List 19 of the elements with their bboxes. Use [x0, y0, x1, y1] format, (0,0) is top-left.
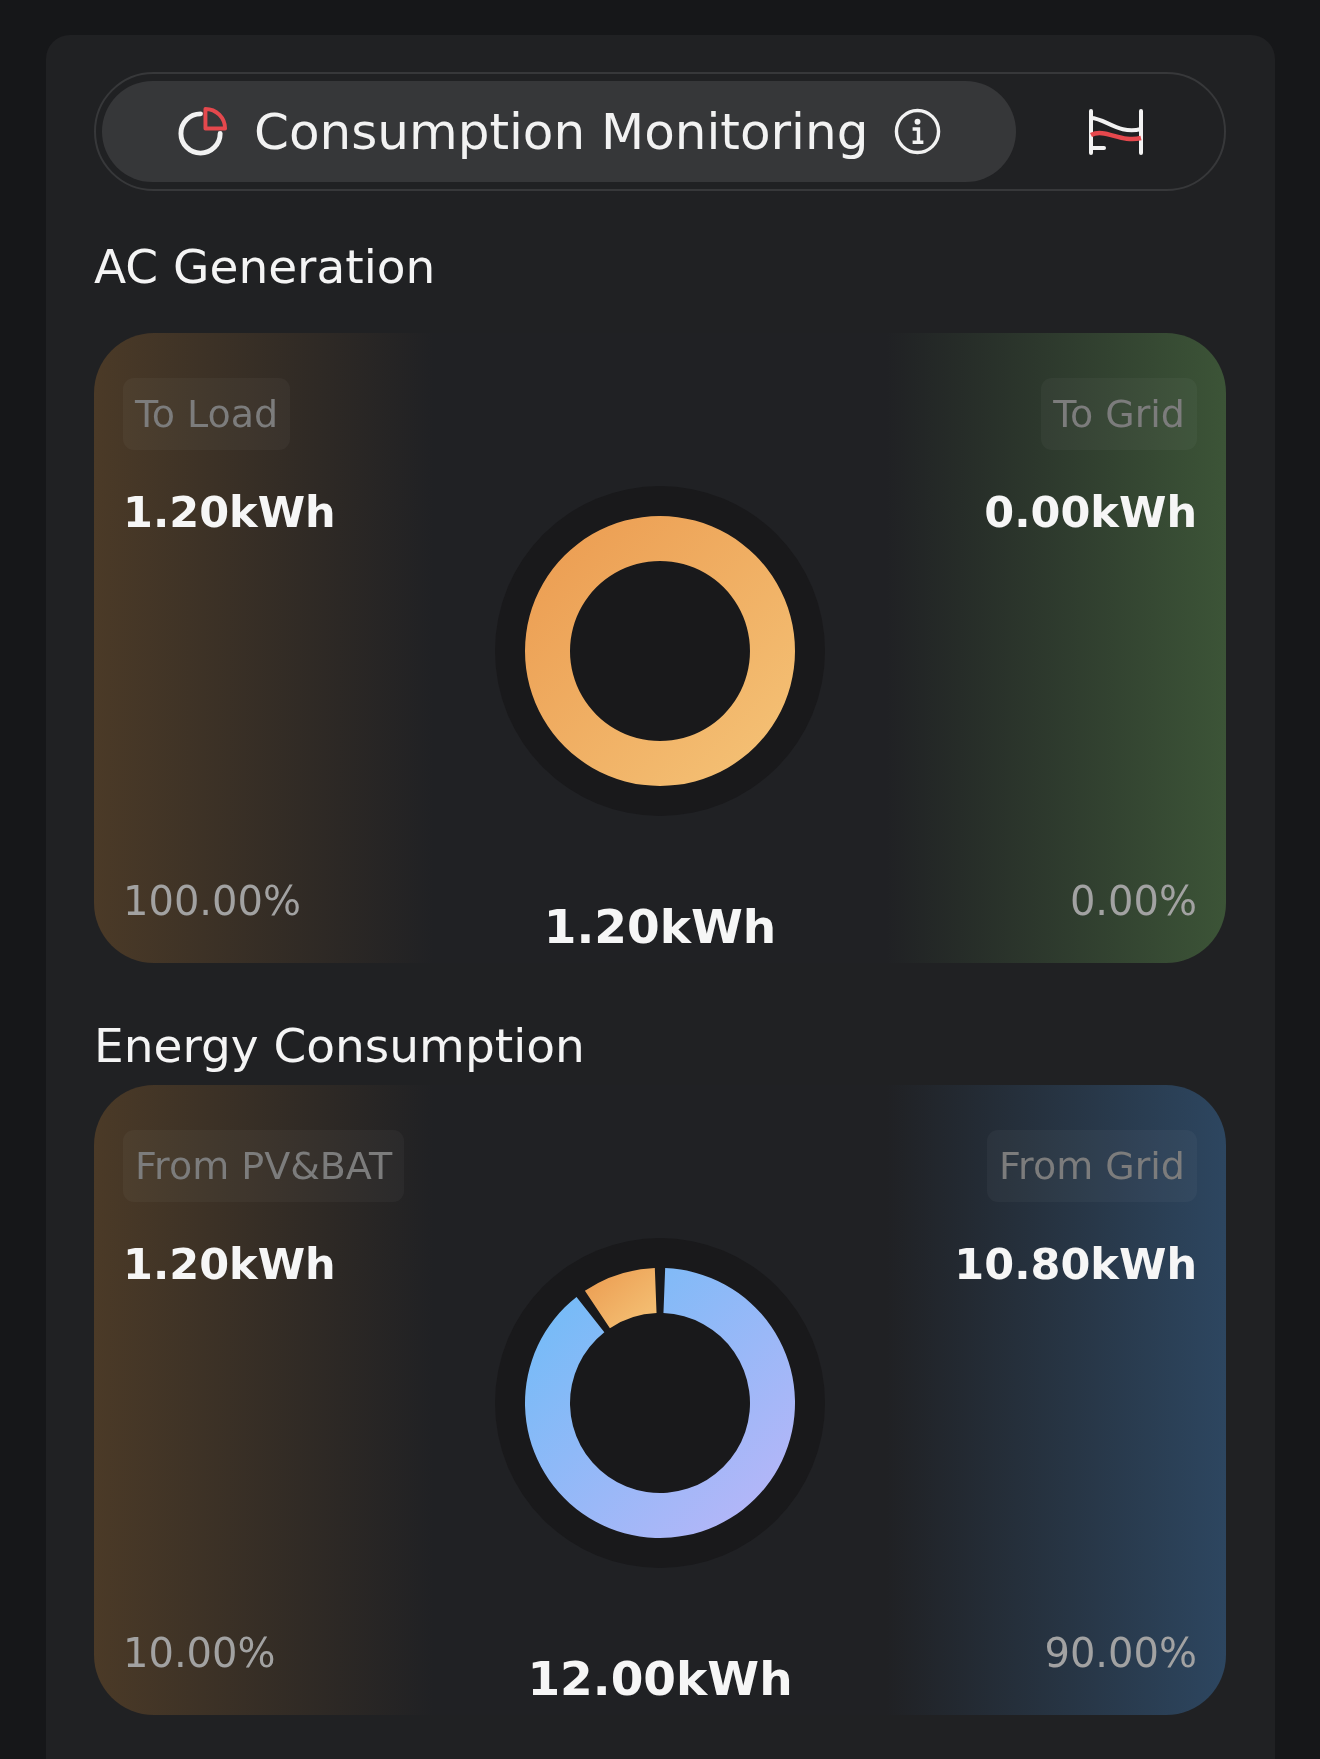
percentage-text: 100.00% — [123, 877, 301, 925]
energy-value: 1.20kWh — [123, 486, 336, 538]
percentage-text: 0.00% — [1069, 877, 1197, 925]
total-energy-value: 12.00kWh — [527, 1651, 793, 1707]
pie-chart-icon — [177, 106, 228, 157]
percentage-text: 10.00% — [123, 1629, 276, 1677]
energy-value: 1.20kWh — [123, 1238, 336, 1290]
banner-icon — [1087, 107, 1146, 156]
energy-value: 0.00kWh — [984, 486, 1197, 538]
flow-label: From Grid — [987, 1130, 1197, 1202]
section-title: Energy Consumption — [94, 1018, 586, 1074]
flow-label: To Load — [123, 378, 291, 450]
flow-label: From PV&BAT — [123, 1130, 405, 1202]
total-energy-value: 1.20kWh — [543, 899, 777, 955]
percentage-text: 90.00% — [1044, 1629, 1197, 1677]
flow-label: To Grid — [1041, 378, 1197, 450]
energy-value: 10.80kWh — [954, 1238, 1197, 1290]
section-title: AC Generation — [94, 239, 437, 295]
tab[interactable]: Consumption Monitoring — [102, 81, 1017, 182]
